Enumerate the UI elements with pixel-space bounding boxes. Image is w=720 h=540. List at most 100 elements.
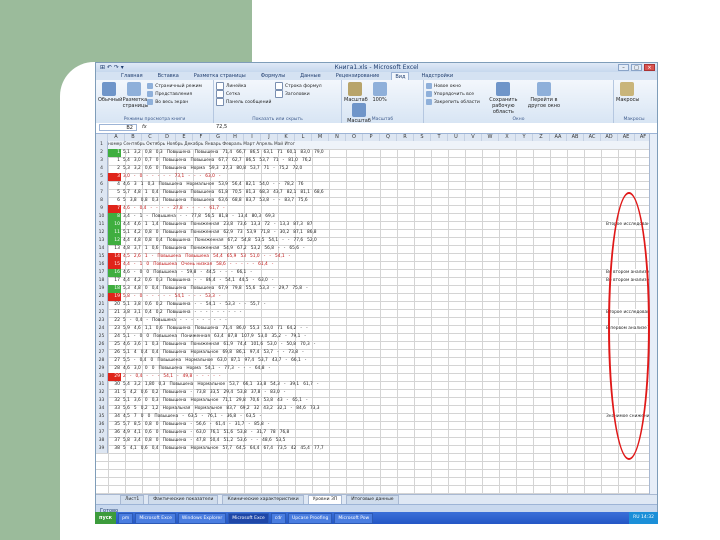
- patient-number-cell[interactable]: 12: [108, 237, 121, 245]
- sheet-tab[interactable]: Клинические характеристики: [222, 494, 304, 505]
- row-cells[interactable]: 5,4 3,0 0,7 0 Повышена Повышена 67,7 62,…: [123, 157, 312, 165]
- row-number[interactable]: 3: [96, 157, 108, 165]
- row-cells[interactable]: 5,4 3,2 1,80 0,3 Повышена Нормальное 53,…: [123, 381, 318, 389]
- column-header[interactable]: O: [346, 134, 363, 141]
- patient-number-cell[interactable]: 20: [108, 301, 121, 309]
- column-header[interactable]: V: [465, 134, 482, 141]
- patient-number-cell[interactable]: 21: [108, 309, 121, 317]
- column-header[interactable]: A: [108, 134, 125, 141]
- row-number[interactable]: 37: [96, 429, 108, 437]
- tab-review[interactable]: Рецензирование: [333, 72, 383, 80]
- sheet-tab[interactable]: Итоговые данные: [346, 494, 399, 505]
- row-number[interactable]: 18: [96, 277, 108, 285]
- patient-number-cell[interactable]: 36: [108, 429, 121, 437]
- close-button[interactable]: ×: [644, 64, 655, 71]
- column-header[interactable]: F: [193, 134, 210, 141]
- row-cells[interactable]: 4,6 3,0 0 0 Повышена Норма 54,1 - 77,3 -…: [123, 365, 270, 373]
- column-header[interactable]: AD: [601, 134, 618, 141]
- row-cells[interactable]: 5,3 3,2 0,6 0 Повышена Норма 59,3 27,3 8…: [123, 165, 302, 173]
- patient-number-cell[interactable]: 24: [108, 333, 121, 341]
- patient-number-cell[interactable]: 19: [108, 293, 121, 301]
- taskbar-item[interactable]: Upcase Proofing: [287, 512, 333, 524]
- column-header[interactable]: D: [159, 134, 176, 141]
- row-cells[interactable]: 5,9 4,6 1,1 0,6 Повышена Повышена 71,4 8…: [123, 325, 308, 333]
- row-number[interactable]: 2: [96, 149, 108, 157]
- sheet-tab[interactable]: Лист1: [120, 494, 145, 505]
- row-number[interactable]: 33: [96, 397, 108, 405]
- patient-number-cell[interactable]: 26: [108, 349, 121, 357]
- row-cells[interactable]: 3,4 - 1 - Повышена - - 77,8 56,5 81,8 - …: [123, 213, 275, 221]
- patient-number-cell[interactable]: 23: [108, 325, 121, 333]
- row-cells[interactable]: 5,8 3,4 0,8 0 Повышена - 47,8 50,4 51,2 …: [123, 437, 285, 445]
- row-number[interactable]: 10: [96, 213, 108, 221]
- row-cells[interactable]: 5,1 4,2 0,8 0 Повышена Пониженная 62,9 7…: [123, 229, 317, 237]
- row-cells[interactable]: 4,8 3,7 1 0,6 Повышена Пониженная 54,9 6…: [123, 245, 305, 253]
- switch-windows-button[interactable]: Перейти в другое окно: [526, 82, 562, 109]
- start-button[interactable]: пуск: [95, 512, 117, 524]
- row-number[interactable]: 23: [96, 317, 108, 325]
- patient-number-cell[interactable]: 18: [108, 285, 121, 293]
- row-number[interactable]: 20: [96, 293, 108, 301]
- row-number[interactable]: 15: [96, 253, 108, 261]
- message-bar-checkbox[interactable]: Панель сообщений: [216, 98, 271, 106]
- tab-data[interactable]: Данные: [297, 72, 324, 80]
- row-number[interactable]: 24: [96, 325, 108, 333]
- tab-formulas[interactable]: Формулы: [258, 72, 288, 80]
- row-number[interactable]: 19: [96, 285, 108, 293]
- patient-number-cell[interactable]: 3: [108, 173, 121, 181]
- row-number[interactable]: 8: [96, 197, 108, 205]
- row-cells[interactable]: 4,6 - 0,4 - - - - 27,8 - - - - 61,7 -: [123, 205, 225, 213]
- row-cells[interactable]: 5,1 3,2 0,8 0,3 Повышена Повышена 71,4 6…: [123, 149, 324, 157]
- macros-button[interactable]: Макросы: [616, 82, 639, 103]
- column-header[interactable]: AB: [567, 134, 584, 141]
- row-cells[interactable]: 4,6 3 1 0,3 Повышена Нормальное 53,9 56,…: [123, 181, 303, 189]
- row-number[interactable]: 11: [96, 221, 108, 229]
- column-header[interactable]: J: [261, 134, 278, 141]
- full-screen-button[interactable]: Во весь экран: [147, 98, 202, 106]
- row-cells[interactable]: 5,6 5 0,2 1,2 Нормальная Нормальное 83,7…: [123, 405, 320, 413]
- sheet-tab[interactable]: Фактические показатели: [148, 494, 219, 505]
- normal-view-button[interactable]: Обычный: [98, 82, 122, 103]
- row-number[interactable]: 17: [96, 269, 108, 277]
- row-cells[interactable]: 4,9 4,1 0,6 0 Повышена - 63,0 76,1 51,6 …: [123, 429, 289, 437]
- row-number[interactable]: 28: [96, 357, 108, 365]
- patient-number-cell[interactable]: 17: [108, 277, 121, 285]
- column-header[interactable]: L: [295, 134, 312, 141]
- formula-input[interactable]: 72,5: [216, 124, 227, 131]
- column-header[interactable]: U: [448, 134, 465, 141]
- row-cells[interactable]: 5,7 4,8 1 0,4 Повышена Повышена 61,8 70,…: [123, 189, 324, 197]
- zoom-100-button[interactable]: 100%: [369, 82, 391, 103]
- row-number[interactable]: 32: [96, 389, 108, 397]
- column-header[interactable]: I: [244, 134, 261, 141]
- gridlines-checkbox[interactable]: Сетка: [216, 90, 271, 98]
- sheet-tab-active[interactable]: Уровни ЗП: [307, 494, 343, 505]
- row-cells[interactable]: 4,6 - 0 0 Повышена - 59,8 - 44,5 - - - 6…: [123, 269, 252, 277]
- fx-icon[interactable]: fx: [142, 124, 147, 130]
- patient-number-cell[interactable]: 35: [108, 421, 121, 429]
- patient-number-cell[interactable]: 1: [108, 149, 121, 157]
- headings-checkbox[interactable]: Заголовки: [274, 90, 322, 98]
- patient-number-cell[interactable]: 10: [108, 221, 121, 229]
- worksheet[interactable]: A B C D E F G H I J K L M N O P Q R S T U V W X Y Z AA AB AC AD AE AF 1…: [96, 134, 649, 494]
- row-number[interactable]: 21: [96, 301, 108, 309]
- row-cells[interactable]: 4,5 7 0 0 Повышена - 63,5 - 76,1 - 36,8 …: [123, 413, 261, 421]
- row-cells[interactable]: 4,4 4,6 1 1,4 Повышена Пониженная 23,8 7…: [123, 221, 312, 229]
- column-header[interactable]: E: [176, 134, 193, 141]
- minimize-button[interactable]: –: [618, 64, 629, 71]
- column-header[interactable]: X: [499, 134, 516, 141]
- row-number[interactable]: 5: [96, 173, 108, 181]
- column-header[interactable]: W: [482, 134, 499, 141]
- column-header[interactable]: S: [414, 134, 431, 141]
- row-cells[interactable]: 4,6 3,6 1 0,3 Повышена Пониженная 61,9 7…: [123, 341, 315, 349]
- taskbar-item[interactable]: Microsoft Exce: [135, 512, 176, 524]
- cell-grid[interactable]: 1 номер Сентябрь Октябрь Ноябрь Декабрь Я…: [96, 141, 649, 494]
- row-cells[interactable]: 5,5 - 0,4 0 Повышена Нормальное 63,0 87,…: [123, 357, 306, 365]
- patient-number-cell[interactable]: 31: [108, 389, 121, 397]
- patient-number-cell[interactable]: 32: [108, 397, 121, 405]
- patient-number-cell[interactable]: 15: [108, 261, 121, 269]
- row-number[interactable]: 6: [96, 181, 108, 189]
- taskbar-item[interactable]: Windows Explorer: [177, 512, 227, 524]
- row-cells[interactable]: 5 4,1 0,6 0,4 Повышена Нормальное 57,7 6…: [123, 445, 324, 453]
- name-box[interactable]: B2: [99, 124, 137, 131]
- row-cells[interactable]: 5,8 - 0 - - - - - 54,1 - - - 53,3 -: [123, 293, 220, 301]
